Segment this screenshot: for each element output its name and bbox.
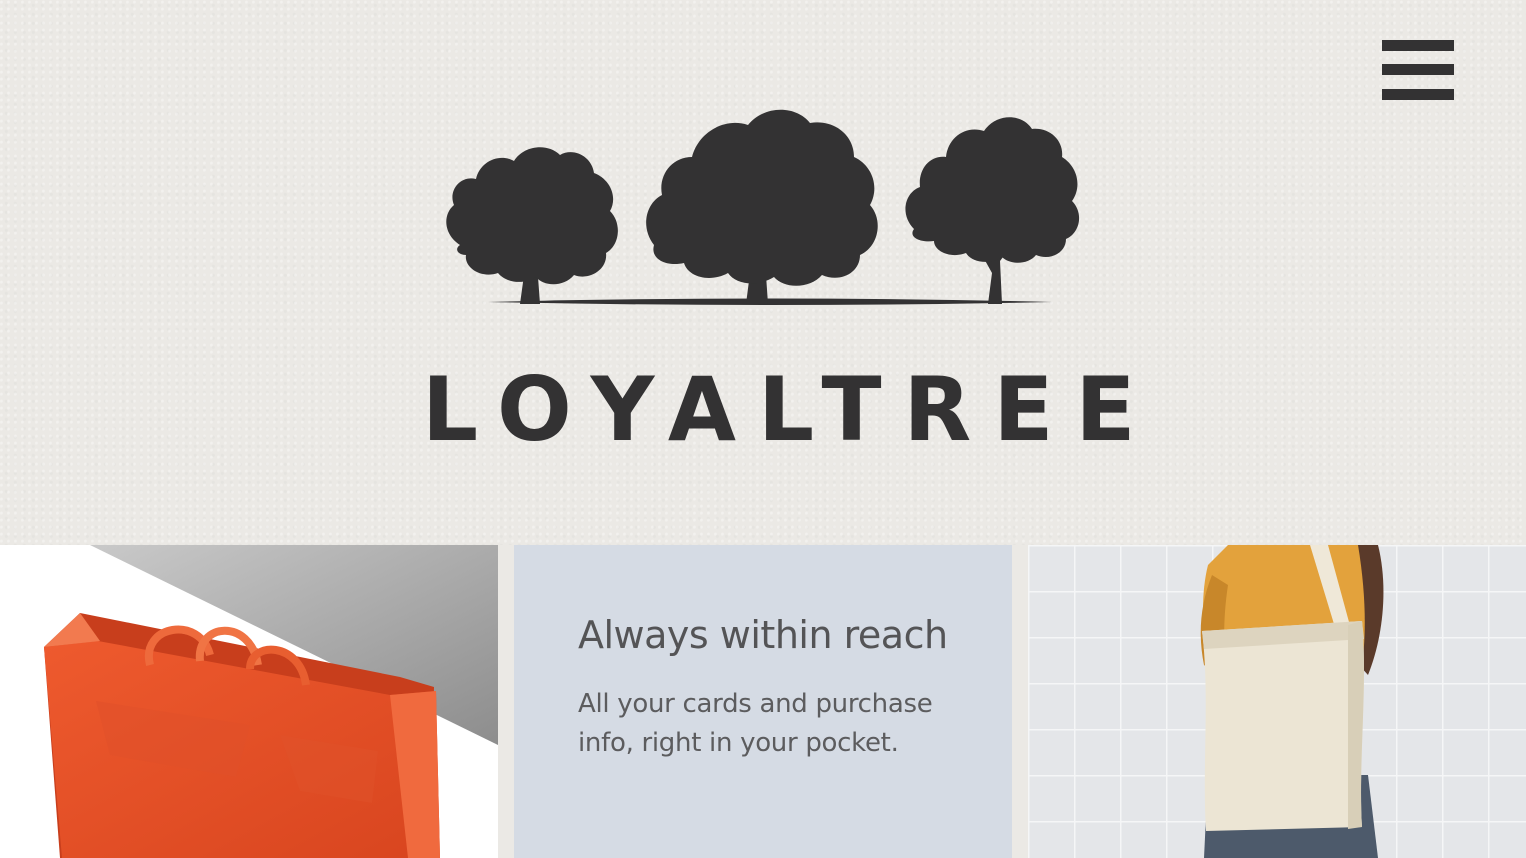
three-trees-icon (440, 95, 1090, 310)
landing-page: LOYALTREE Always within reach All your c… (0, 0, 1526, 858)
feature-title: Always within reach (578, 613, 948, 657)
hero-section: LOYALTREE (0, 0, 1526, 545)
feature-description: All your cards and purchase info, right … (578, 689, 933, 758)
tote-bag-image (1028, 545, 1526, 858)
menu-bar-top (1382, 40, 1454, 51)
menu-bar-middle (1382, 64, 1454, 75)
brand-wordmark: LOYALTREE (422, 358, 1158, 461)
menu-bar-bottom (1382, 89, 1454, 100)
feature-card: Always within reach All your cards and p… (514, 545, 1012, 858)
hamburger-menu-icon[interactable] (1382, 40, 1454, 100)
shopping-bag-image (0, 545, 498, 858)
